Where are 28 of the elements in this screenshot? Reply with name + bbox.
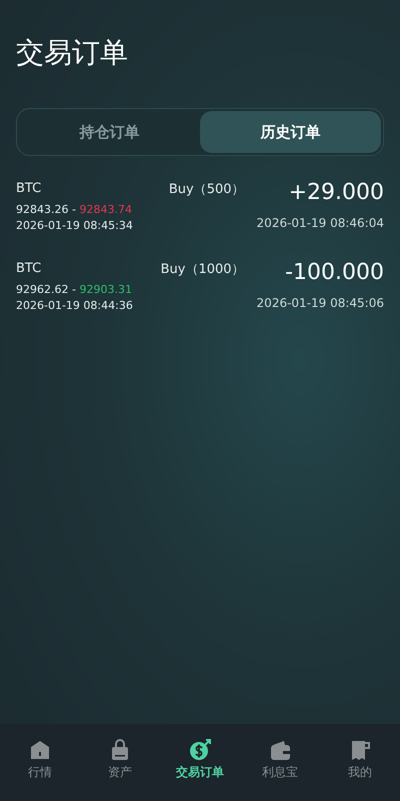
receipt-icon xyxy=(349,739,371,761)
page-title: 交易订单 xyxy=(15,35,129,71)
open-time: 2026-01-19 08:45:34 xyxy=(16,218,133,232)
home-icon xyxy=(29,739,51,761)
order-side: Buy（500） xyxy=(168,182,245,197)
dollar-coin-icon xyxy=(189,739,211,761)
open-price: 92843.26 xyxy=(16,203,68,216)
profit-amount: +29.000 xyxy=(288,180,384,205)
tab[interactable]: 持仓订单 xyxy=(19,111,200,153)
nav-tab[interactable]: 行情 xyxy=(0,738,80,801)
close-time: 2026-01-19 08:46:04 xyxy=(256,216,384,230)
tab[interactable]: 历史订单 xyxy=(200,111,381,153)
nav-tab[interactable]: 资产 xyxy=(80,738,160,801)
open-price: 92962.62 xyxy=(16,283,68,296)
symbol-label: BTC xyxy=(16,260,42,278)
profit-amount: -100.000 xyxy=(285,260,384,285)
nav-tab[interactable]: 交易订单 xyxy=(160,738,240,801)
wallet-icon xyxy=(269,739,291,761)
close-price: 92903.31 xyxy=(79,283,132,296)
separator: - xyxy=(72,203,76,216)
close-price: 92843.74 xyxy=(79,203,132,216)
nav-tab[interactable]: 利息宝 xyxy=(240,738,320,801)
separator: - xyxy=(72,283,76,296)
order-side: Buy（1000） xyxy=(160,262,245,277)
open-time: 2026-01-19 08:44:36 xyxy=(16,298,133,312)
symbol-label: BTC xyxy=(16,180,42,198)
nav-tab[interactable]: 我的 xyxy=(320,738,400,801)
close-time: 2026-01-19 08:45:06 xyxy=(256,296,384,310)
